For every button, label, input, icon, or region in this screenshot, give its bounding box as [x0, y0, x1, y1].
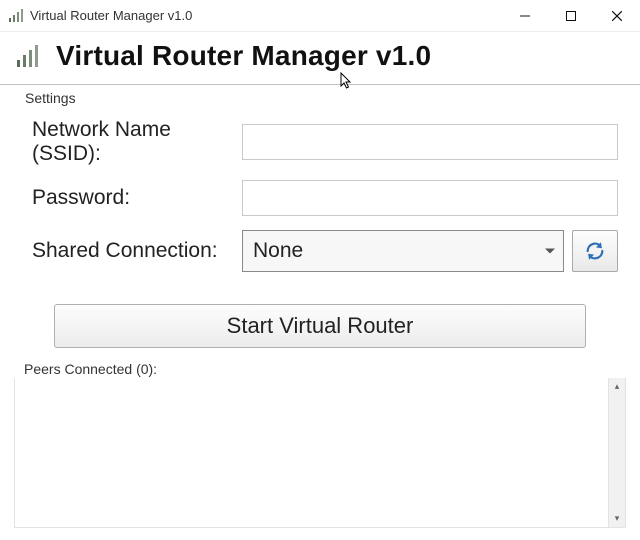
scroll-down-icon[interactable]: ▾: [609, 510, 625, 527]
chevron-down-icon: [545, 249, 555, 254]
start-virtual-router-button[interactable]: Start Virtual Router: [54, 304, 586, 348]
shared-connection-row: Shared Connection: None: [22, 230, 618, 272]
settings-group: Settings Network Name (SSID): Password: …: [12, 92, 628, 290]
window-title: Virtual Router Manager v1.0: [30, 8, 192, 23]
peers-scrollbar[interactable]: ▴ ▾: [608, 378, 625, 527]
password-row: Password:: [22, 180, 618, 216]
refresh-connections-button[interactable]: [572, 230, 618, 272]
password-label: Password:: [22, 186, 242, 210]
start-button-wrap: Start Virtual Router: [0, 296, 640, 360]
refresh-icon: [584, 240, 606, 262]
close-button[interactable]: [594, 0, 640, 32]
peers-group: Peers Connected (0): ▴ ▾: [12, 364, 628, 536]
password-input[interactable]: [242, 180, 618, 216]
scroll-up-icon[interactable]: ▴: [609, 378, 625, 395]
shared-connection-label: Shared Connection:: [22, 239, 242, 263]
wifi-bars-icon: [14, 41, 44, 71]
page-title: Virtual Router Manager v1.0: [56, 40, 431, 72]
minimize-button[interactable]: [502, 0, 548, 32]
app-header: Virtual Router Manager v1.0: [0, 32, 640, 85]
ssid-label: Network Name (SSID):: [22, 118, 242, 166]
shared-connection-selected: None: [253, 239, 303, 263]
shared-connection-select[interactable]: None: [242, 230, 564, 272]
titlebar: Virtual Router Manager v1.0: [0, 0, 640, 32]
ssid-row: Network Name (SSID):: [22, 118, 618, 166]
peers-list: ▴ ▾: [14, 378, 626, 528]
maximize-button[interactable]: [548, 0, 594, 32]
ssid-input[interactable]: [242, 124, 618, 160]
settings-group-label: Settings: [23, 90, 78, 106]
peers-group-label: Peers Connected (0):: [22, 361, 159, 377]
wifi-bars-icon: [8, 8, 24, 24]
